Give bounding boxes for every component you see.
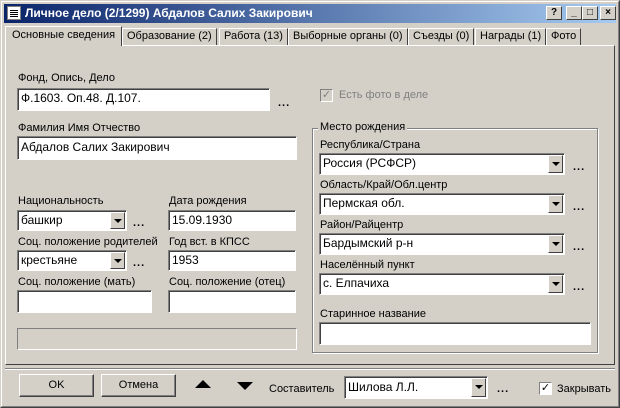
party-year-input[interactable]: 1953 xyxy=(168,250,296,271)
district-select[interactable]: Бардымский р-н xyxy=(319,233,565,255)
document-icon xyxy=(7,6,21,20)
dialog-window: Личное дело (2/1299) Абдалов Салих Закир… xyxy=(0,0,620,408)
republic-browse-button[interactable]: ... xyxy=(573,161,585,173)
nationality-value: башкир xyxy=(21,213,63,227)
fond-label: Фонд, Опись, Дело xyxy=(18,72,115,84)
old-name-label: Старинное название xyxy=(320,308,426,320)
settlement-dropdown-icon[interactable] xyxy=(548,275,563,293)
region-dropdown-icon[interactable] xyxy=(548,195,563,213)
parents-status-dropdown-icon[interactable] xyxy=(110,252,125,269)
republic-label: Республика/Страна xyxy=(320,139,421,151)
fond-input[interactable]: Ф.1603. Оп.48. Д.107. xyxy=(17,88,270,111)
close-button[interactable]: × xyxy=(600,6,616,20)
mother-status-label: Соц. положение (мать) xyxy=(18,276,136,288)
window-title: Личное дело (2/1299) Абдалов Салих Закир… xyxy=(25,6,313,20)
nationality-select[interactable]: башкир xyxy=(17,210,127,231)
nationality-label: Национальность xyxy=(18,195,104,207)
settlement-value: с. Елпачиха xyxy=(323,276,390,290)
status-panel xyxy=(17,328,297,350)
close-after-label: Закрывать xyxy=(557,383,611,395)
district-browse-button[interactable]: ... xyxy=(573,241,585,253)
title-bar[interactable]: Личное дело (2/1299) Абдалов Салих Закир… xyxy=(4,4,616,23)
photo-checkbox-label: Есть фото в деле xyxy=(339,89,429,101)
compiler-label: Составитель xyxy=(269,383,335,395)
next-record-icon[interactable] xyxy=(237,382,253,390)
fio-label: Фамилия Имя Отчество xyxy=(18,122,141,134)
party-year-label: Год вст. в КПСС xyxy=(169,236,250,248)
tab-awards[interactable]: Награды (1) xyxy=(475,28,547,45)
settlement-browse-button[interactable]: ... xyxy=(573,281,585,293)
parents-status-label: Соц. положение родителей xyxy=(18,236,158,248)
footer-separator xyxy=(5,368,615,370)
fond-browse-button[interactable]: ... xyxy=(278,97,290,109)
parents-status-browse-button[interactable]: ... xyxy=(133,257,145,269)
birth-date-label: Дата рождения xyxy=(169,195,247,207)
settlement-select[interactable]: с. Елпачиха xyxy=(319,273,565,295)
republic-select[interactable]: Россия (РСФСР) xyxy=(319,153,565,175)
nationality-dropdown-icon[interactable] xyxy=(110,212,125,229)
region-label: Область/Край/Обл.центр xyxy=(320,179,448,191)
father-status-input[interactable] xyxy=(168,290,296,313)
tab-photo[interactable]: Фото xyxy=(546,28,582,45)
photo-checkbox[interactable]: ✓ xyxy=(320,89,333,102)
ok-button[interactable]: OK xyxy=(19,374,94,397)
fio-input[interactable]: Абдалов Салих Закирович xyxy=(17,136,297,160)
tab-work[interactable]: Работа (13) xyxy=(219,28,288,45)
close-after-checkbox[interactable]: ✓ xyxy=(539,382,552,395)
previous-record-icon[interactable] xyxy=(195,380,211,388)
republic-dropdown-icon[interactable] xyxy=(548,155,563,173)
cancel-button[interactable]: Отмена xyxy=(101,374,176,397)
region-select[interactable]: Пермская обл. xyxy=(319,193,565,215)
maximize-button[interactable]: □ xyxy=(582,6,598,20)
birth-date-input[interactable]: 15.09.1930 xyxy=(168,210,296,231)
region-value: Пермская обл. xyxy=(323,196,405,210)
mother-status-input[interactable] xyxy=(17,290,152,313)
settlement-label: Населённый пункт xyxy=(320,259,415,271)
tab-education[interactable]: Образование (2) xyxy=(122,28,217,45)
compiler-select[interactable]: Шилова Л.Л. xyxy=(344,376,488,399)
tab-main-info[interactable]: Основные сведения xyxy=(5,26,123,46)
region-browse-button[interactable]: ... xyxy=(573,201,585,213)
birthplace-group-title: Место рождения xyxy=(318,121,408,133)
minimize-button[interactable]: _ xyxy=(566,6,582,20)
father-status-label: Соц. положение (отец) xyxy=(169,276,286,288)
tab-congresses[interactable]: Съезды (0) xyxy=(408,28,475,45)
district-label: Район/Райцентр xyxy=(320,219,404,231)
help-button[interactable]: ? xyxy=(546,6,562,20)
nationality-browse-button[interactable]: ... xyxy=(133,217,145,229)
parents-status-value: крестьяне xyxy=(21,253,78,267)
compiler-dropdown-icon[interactable] xyxy=(471,378,486,397)
compiler-browse-button[interactable]: ... xyxy=(497,383,509,395)
tab-elected-bodies[interactable]: Выборные органы (0) xyxy=(288,28,408,45)
republic-value: Россия (РСФСР) xyxy=(323,156,417,170)
district-value: Бардымский р-н xyxy=(323,236,414,250)
compiler-value: Шилова Л.Л. xyxy=(348,380,419,394)
old-name-input[interactable] xyxy=(319,322,591,345)
district-dropdown-icon[interactable] xyxy=(548,235,563,253)
parents-status-select[interactable]: крестьяне xyxy=(17,250,127,271)
